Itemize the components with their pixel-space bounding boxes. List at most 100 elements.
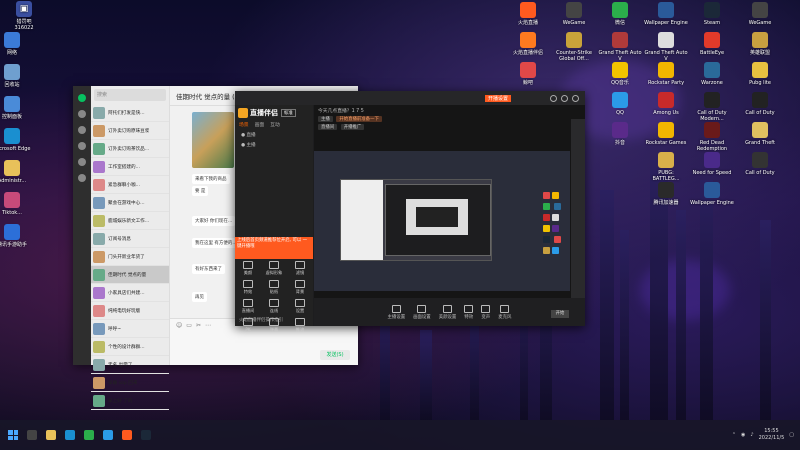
chat-nav-icon[interactable] bbox=[78, 94, 86, 102]
toolbar-button[interactable]: 美颜设置 bbox=[439, 304, 456, 320]
tool-item[interactable]: 连线 bbox=[261, 299, 287, 314]
moments-nav-icon[interactable] bbox=[78, 158, 86, 166]
chat-list-item[interactable]: 阿托们打发是快... bbox=[91, 104, 169, 122]
chip[interactable]: 直播间 bbox=[318, 124, 338, 130]
chat-list-item[interactable]: 佳期时代 觉点的量 bbox=[91, 266, 169, 284]
desktop-shortcut[interactable]: Call of Duty bbox=[738, 152, 782, 176]
chat-list-item[interactable]: 呼呼~ bbox=[91, 320, 169, 338]
chat-list-item[interactable]: 门头开新业年货了 bbox=[91, 248, 169, 266]
tool-item[interactable]: 直播间 bbox=[235, 299, 261, 314]
desktop-shortcut[interactable]: 微信 bbox=[598, 2, 642, 26]
scene-row[interactable]: ● 直播 bbox=[235, 130, 313, 140]
tools-bottom-link[interactable]: 火焰直播伴侣操作指引 bbox=[239, 317, 283, 323]
chip[interactable]: 开播推广 bbox=[340, 124, 365, 130]
desktop-shortcut[interactable]: 鲸吧 bbox=[506, 62, 550, 86]
desktop-shortcut[interactable]: Among Us bbox=[644, 92, 688, 116]
tool-item[interactable]: 美颜 bbox=[235, 261, 261, 276]
tab-picture[interactable]: 画面 bbox=[255, 121, 265, 128]
chat-list-item[interactable]: 鹿城娱乐新文工作... bbox=[91, 212, 169, 230]
desktop-shortcut[interactable]: QQ音乐 bbox=[598, 62, 642, 86]
files-nav-icon[interactable] bbox=[78, 142, 86, 150]
desktop-shortcut[interactable]: 网络 bbox=[0, 32, 34, 56]
desktop-shortcut[interactable]: QQ bbox=[598, 92, 642, 116]
tool-item[interactable]: 背景 bbox=[287, 280, 313, 295]
toolbar-button[interactable]: 画面设置 bbox=[413, 304, 431, 320]
toolbar-button[interactable]: 变声 bbox=[481, 304, 491, 320]
scene-row[interactable]: ● 主播 bbox=[235, 140, 313, 150]
minimize-icon[interactable] bbox=[561, 94, 568, 102]
desktop-shortcut[interactable]: Grand Theft bbox=[738, 122, 782, 146]
desktop-shortcut[interactable]: 腾讯手游助手 bbox=[0, 224, 34, 248]
desktop-shortcut[interactable]: Counter-Strike Global Off... bbox=[552, 32, 596, 62]
chip[interactable]: 开始直播前准备一下 bbox=[336, 116, 382, 122]
desktop-shortcut[interactable]: BattleEye bbox=[690, 32, 734, 56]
network-tray-icon[interactable]: ◉ bbox=[741, 432, 745, 438]
taskbar-qq-icon[interactable] bbox=[103, 430, 113, 440]
desktop-shortcut[interactable]: 火焰直播 bbox=[506, 2, 550, 26]
tool-item[interactable]: 推流 bbox=[287, 318, 313, 333]
desktop-shortcut[interactable]: Warzone bbox=[690, 62, 734, 86]
desktop-shortcut[interactable]: WeGame bbox=[552, 2, 596, 26]
desktop-shortcut[interactable]: 火焰直播伴侣 bbox=[506, 32, 550, 56]
desktop-shortcut[interactable]: Microsoft Edge bbox=[0, 128, 34, 152]
chat-more-icon[interactable]: ⋯ bbox=[205, 322, 211, 329]
chat-list-item[interactable]: 个性的设计群群... bbox=[91, 338, 169, 356]
desktop-shortcut[interactable]: 腾讯加速器 bbox=[644, 182, 688, 206]
chat-list-item[interactable]: 早睡 sop 回来 bbox=[91, 374, 169, 392]
live-preview[interactable] bbox=[314, 151, 570, 291]
desktop-shortcut[interactable]: 回收站 bbox=[0, 64, 34, 88]
chat-list-item[interactable]: 小家具店们共建... bbox=[91, 284, 169, 302]
taskbar-explorer-icon[interactable] bbox=[46, 430, 56, 440]
live-brand-tag[interactable]: 标准 bbox=[281, 109, 296, 117]
volume-icon[interactable]: ♪ bbox=[750, 432, 753, 438]
chat-image[interactable] bbox=[192, 112, 234, 168]
desktop-shortcut[interactable]: Call of Duty bbox=[738, 92, 782, 116]
scissors-icon[interactable]: ✂ bbox=[196, 322, 201, 329]
folder-icon[interactable]: ▭ bbox=[186, 322, 192, 329]
desktop-shortcut[interactable]: 抖音 bbox=[598, 122, 642, 146]
taskbar-search-icon[interactable] bbox=[27, 430, 37, 440]
tool-item[interactable]: 滤镜 bbox=[287, 261, 313, 276]
chat-list-item[interactable]: 无名 出零了 bbox=[91, 356, 169, 374]
send-button[interactable]: 发送(S) bbox=[320, 350, 350, 360]
chip[interactable]: 主播 bbox=[318, 116, 333, 122]
desktop-shortcut[interactable]: Rockstar Party bbox=[644, 62, 688, 86]
desktop-shortcut[interactable]: Rockstar Games bbox=[644, 122, 688, 146]
chat-list-item[interactable]: 订阅号消息 bbox=[91, 230, 169, 248]
desktop-shortcut[interactable]: Steam bbox=[690, 2, 734, 26]
tool-item[interactable]: 设置 bbox=[287, 299, 313, 314]
chat-list-item[interactable]: 早上好 了的 bbox=[91, 392, 169, 410]
settings-icon[interactable] bbox=[550, 94, 557, 102]
live-companion-window[interactable]: 开播设置 直播伴侣 标准 场景 画面 互动 ● 直播 ● 主播 上线后首页频道推… bbox=[235, 91, 585, 332]
desktop-shortcut[interactable]: Wallpaper Engine bbox=[690, 182, 734, 206]
chat-list-item[interactable]: 工作室搭建的... bbox=[91, 158, 169, 176]
desktop-shortcut[interactable]: Red Dead Redemption bbox=[690, 122, 734, 152]
taskbar-wechat-icon[interactable] bbox=[84, 430, 94, 440]
desktop-shortcut[interactable]: WeGame bbox=[738, 2, 782, 26]
tab-interact[interactable]: 互动 bbox=[270, 121, 280, 128]
wechat-search-input[interactable]: 搜索 bbox=[94, 89, 166, 101]
start-button[interactable]: 开始 bbox=[551, 310, 569, 318]
desktop-shortcut[interactable]: Pubg lite bbox=[738, 62, 782, 86]
toolbar-button[interactable]: 主播设置 bbox=[388, 304, 405, 320]
toolbar-button[interactable]: 麦克风 bbox=[498, 304, 511, 320]
start-menu-icon[interactable] bbox=[8, 430, 18, 440]
chat-list-item[interactable]: 紧急群聊小咖... bbox=[91, 176, 169, 194]
desktop-shortcut[interactable]: Tiktok... bbox=[0, 192, 34, 216]
close-icon[interactable] bbox=[572, 94, 579, 102]
notification-icon[interactable]: ▢ bbox=[789, 432, 794, 438]
desktop-shortcut[interactable]: Call of Duty Modern... bbox=[690, 92, 734, 122]
taskbar-live-icon[interactable] bbox=[122, 430, 132, 440]
desktop-shortcut[interactable]: Need for Speed bbox=[690, 152, 734, 176]
desktop-top-left[interactable]: ▣ 猎罚吧 316022 bbox=[2, 1, 46, 31]
desktop-shortcut[interactable]: 控制面板 bbox=[0, 96, 34, 120]
tool-item[interactable]: 特效 bbox=[235, 280, 261, 295]
desktop-shortcut[interactable]: Grand Theft Auto V bbox=[644, 32, 688, 62]
desktop-shortcut[interactable]: Administr... bbox=[0, 160, 34, 184]
notice-banner[interactable]: 上线后首页频道推荐位开启, 可以 一键开播哦 bbox=[235, 237, 313, 259]
desktop-shortcut[interactable]: PUBG: BATTLEG... bbox=[644, 152, 688, 182]
taskbar-edge-icon[interactable] bbox=[65, 430, 75, 440]
toolbar-button[interactable]: 特效 bbox=[464, 304, 474, 320]
contacts-nav-icon[interactable] bbox=[78, 110, 86, 118]
favorites-nav-icon[interactable] bbox=[78, 126, 86, 134]
